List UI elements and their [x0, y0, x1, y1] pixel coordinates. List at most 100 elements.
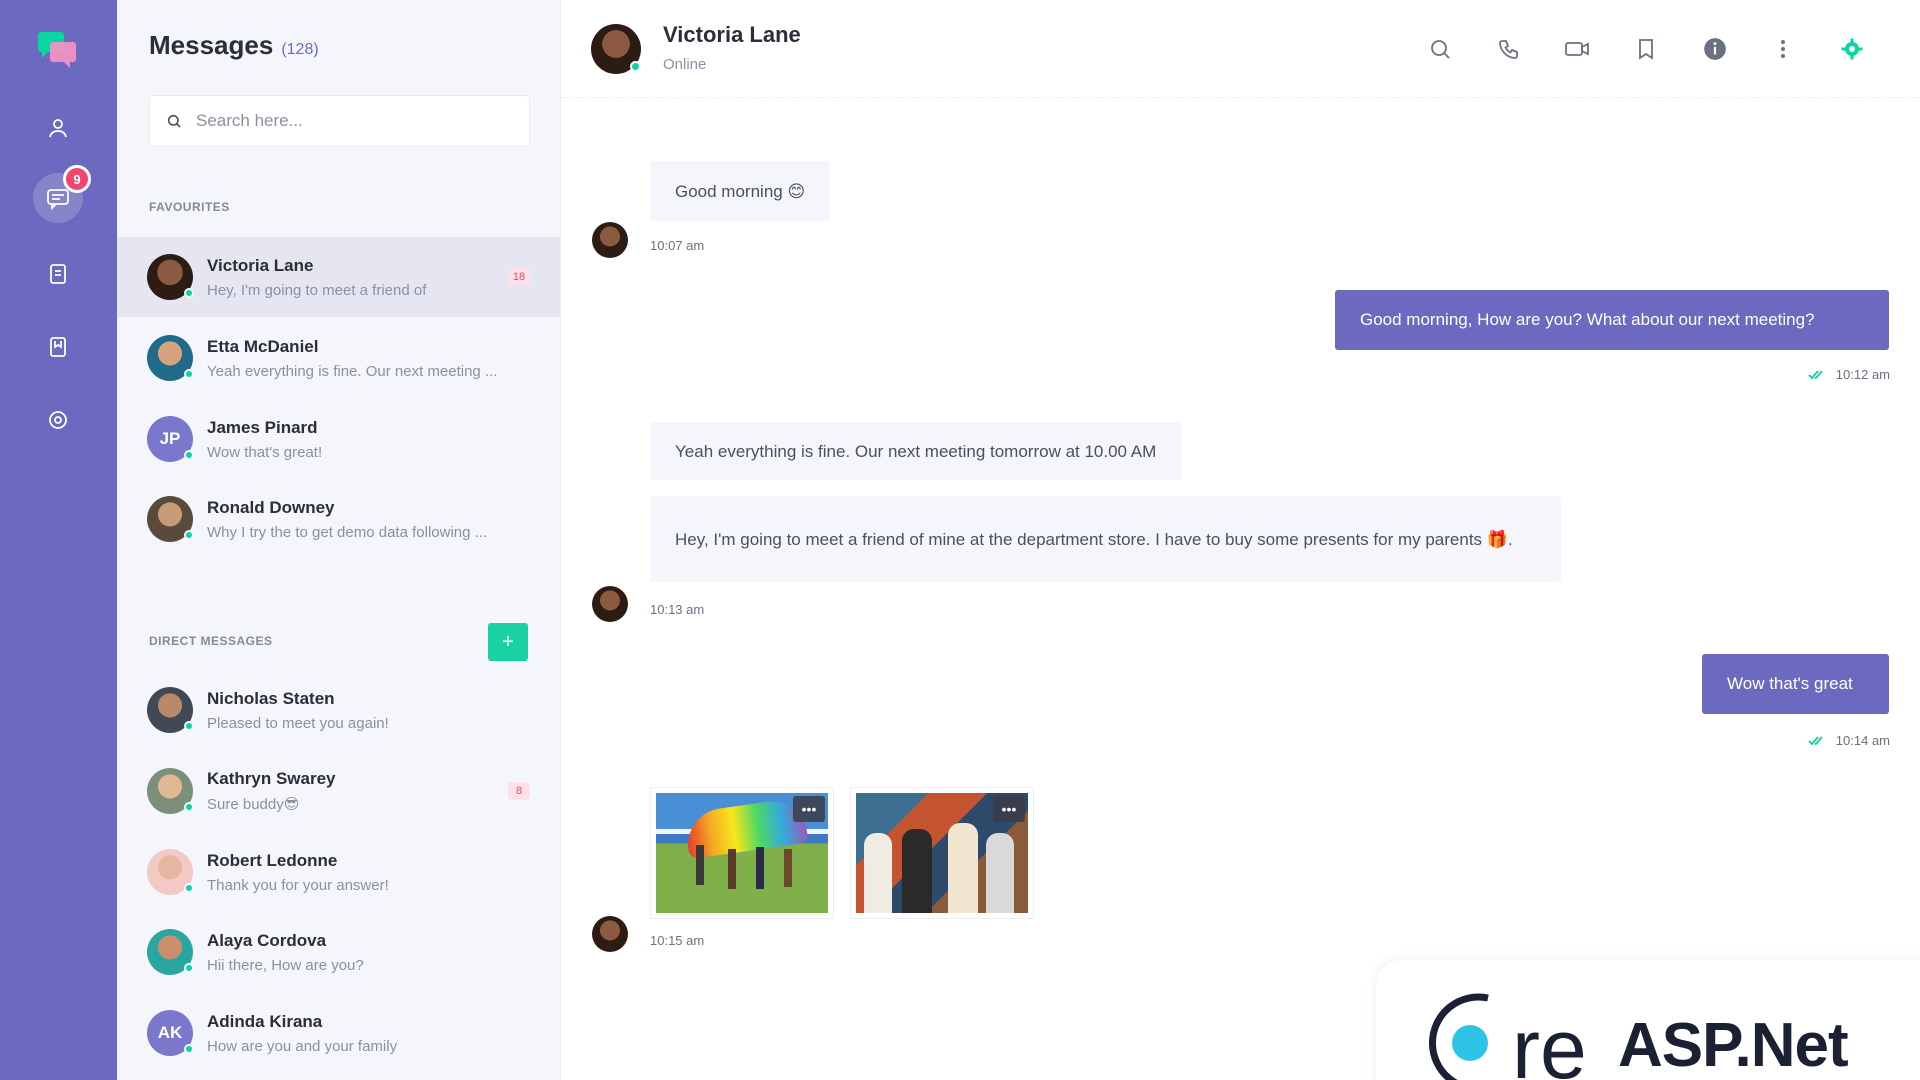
- online-indicator: [184, 288, 194, 298]
- message-bubble-outgoing[interactable]: Wow that's great: [1702, 654, 1889, 714]
- chat-badge: 9: [63, 165, 91, 193]
- last-message: Hii there, How are you?: [207, 956, 364, 974]
- image-attachment[interactable]: •••: [850, 787, 1034, 919]
- unread-badge: 8: [508, 782, 530, 800]
- contact-name: Etta McDaniel: [207, 336, 319, 356]
- last-message: Sure buddy😎: [207, 796, 300, 813]
- page-title: Messages: [149, 30, 274, 60]
- conversation-adinda-kirana[interactable]: AK Adinda Kirana How are you and your fa…: [117, 993, 560, 1073]
- contact-name: James Pinard: [207, 417, 318, 437]
- more-options-button[interactable]: [1768, 34, 1798, 64]
- online-indicator: [184, 450, 194, 460]
- rail-chats-button[interactable]: 9: [33, 165, 91, 223]
- avatar: [147, 929, 194, 975]
- avatar: [147, 496, 194, 542]
- double-check-icon: [1808, 735, 1823, 745]
- core-logo-letters: re: [1512, 1002, 1587, 1080]
- bookmark-button[interactable]: [1631, 34, 1661, 64]
- rail-bookmarks-button[interactable]: [33, 322, 83, 372]
- contact-name: Alaya Cordova: [207, 930, 327, 950]
- more-vertical-icon: [1781, 40, 1785, 58]
- conversation-ronald-downey[interactable]: Ronald Downey Why I try the to get demo …: [117, 479, 560, 559]
- search-icon: [167, 114, 181, 128]
- online-indicator: [184, 369, 194, 379]
- search-icon: [1431, 40, 1450, 59]
- online-indicator: [630, 61, 641, 72]
- voice-call-button[interactable]: [1494, 34, 1524, 64]
- bookmark-icon: [1639, 39, 1653, 60]
- phone-icon: [1499, 40, 1518, 59]
- chat-header: Victoria Lane Online: [561, 0, 1920, 98]
- conversation-etta-mcdaniel[interactable]: Etta McDaniel Yeah everything is fine. O…: [117, 318, 560, 398]
- conversation-robert-ledonne[interactable]: Robert Ledonne Thank you for your answer…: [117, 832, 560, 912]
- core-logo: re: [1429, 993, 1587, 1080]
- info-icon: [1704, 38, 1726, 60]
- image-attachment[interactable]: •••: [650, 787, 834, 919]
- avatar[interactable]: [591, 24, 641, 74]
- image-options-button[interactable]: •••: [993, 796, 1025, 822]
- avatar-initials: JP: [159, 429, 181, 448]
- message-count: (128): [281, 41, 319, 58]
- message-bubble-incoming[interactable]: Yeah everything is fine. Our next meetin…: [650, 422, 1182, 480]
- conversation-alaya-cordova[interactable]: Alaya Cordova Hii there, How are you?: [117, 912, 560, 992]
- image-options-button[interactable]: •••: [793, 796, 825, 822]
- message-time-outgoing: 10:12 am: [1808, 367, 1890, 382]
- app-rail: 9: [0, 0, 117, 1080]
- last-message: Pleased to meet you again!: [207, 714, 389, 732]
- contact-name: Adinda Kirana: [207, 1011, 323, 1031]
- message-bubble-outgoing[interactable]: Good morning, How are you? What about ou…: [1335, 290, 1889, 350]
- message-time: 10:07 am: [650, 238, 705, 253]
- search-button[interactable]: [1425, 34, 1455, 64]
- avatar: [147, 849, 194, 895]
- conversation-victoria-lane[interactable]: Victoria Lane Hey, I'm going to meet a f…: [117, 237, 560, 317]
- conversation-nicholas-staten[interactable]: Nicholas Staten Pleased to meet you agai…: [117, 670, 560, 750]
- message-time-outgoing: 10:14 am: [1808, 733, 1890, 748]
- chat-settings-button[interactable]: [1837, 34, 1867, 64]
- document-icon: [50, 264, 66, 284]
- add-direct-message-button[interactable]: +: [488, 623, 528, 661]
- rail-contacts-button[interactable]: [33, 249, 83, 299]
- last-message: Wow that's great!: [207, 443, 323, 461]
- rail-settings-button[interactable]: [33, 395, 83, 445]
- gear-icon: [1841, 38, 1863, 60]
- app-logo-icon[interactable]: [36, 30, 80, 70]
- search-box[interactable]: [149, 95, 530, 147]
- chat-area: Victoria Lane Online Good morning 😊 10:0…: [561, 0, 1920, 1080]
- video-call-button[interactable]: [1562, 34, 1592, 64]
- search-input[interactable]: [196, 111, 496, 131]
- direct-messages-label: DIRECT MESSAGES: [149, 634, 273, 648]
- avatar-initials: AK: [157, 1023, 183, 1042]
- chat-contact-name[interactable]: Victoria Lane: [663, 22, 801, 48]
- message-time: 10:12 am: [1835, 367, 1890, 382]
- contact-name: Victoria Lane: [207, 255, 314, 275]
- user-icon: [49, 119, 67, 138]
- online-indicator: [184, 802, 194, 812]
- avatar: [147, 335, 194, 381]
- conversation-james-pinard[interactable]: JP James Pinard Wow that's great!: [117, 399, 560, 479]
- message-bubble-incoming[interactable]: Good morning 😊: [650, 161, 831, 221]
- contact-name: Robert Ledonne: [207, 850, 338, 870]
- message-time: 10:13 am: [650, 602, 705, 617]
- conversation-list-panel: Messages (128) FAVOURITES Victoria Lane …: [117, 0, 561, 1080]
- message-bubble-incoming[interactable]: Hey, I'm going to meet a friend of mine …: [650, 496, 1561, 582]
- info-button[interactable]: [1700, 34, 1730, 64]
- avatar: JP: [147, 416, 194, 462]
- video-icon: [1565, 42, 1589, 56]
- avatar: [592, 586, 628, 622]
- rail-profile-button[interactable]: [33, 103, 83, 153]
- online-indicator: [184, 721, 194, 731]
- contact-name: Kathryn Swarey: [207, 769, 336, 788]
- avatar: AK: [147, 1010, 194, 1056]
- online-indicator: [184, 963, 194, 973]
- last-message: Yeah everything is fine. Our next meetin…: [207, 362, 498, 380]
- double-check-icon: [1808, 369, 1823, 379]
- message-time: 10:15 am: [650, 933, 705, 948]
- last-message: How are you and your family: [207, 1037, 398, 1055]
- bookmark-icon: [50, 337, 66, 357]
- avatar: [592, 222, 628, 258]
- conversation-kathryn-swarey[interactable]: Kathryn Swarey Sure buddy😎 8: [117, 751, 560, 831]
- chat-contact-status: Online: [663, 56, 707, 73]
- contact-name: Ronald Downey: [207, 497, 335, 517]
- contact-name: Nicholas Staten: [207, 688, 335, 708]
- avatar: [147, 254, 194, 300]
